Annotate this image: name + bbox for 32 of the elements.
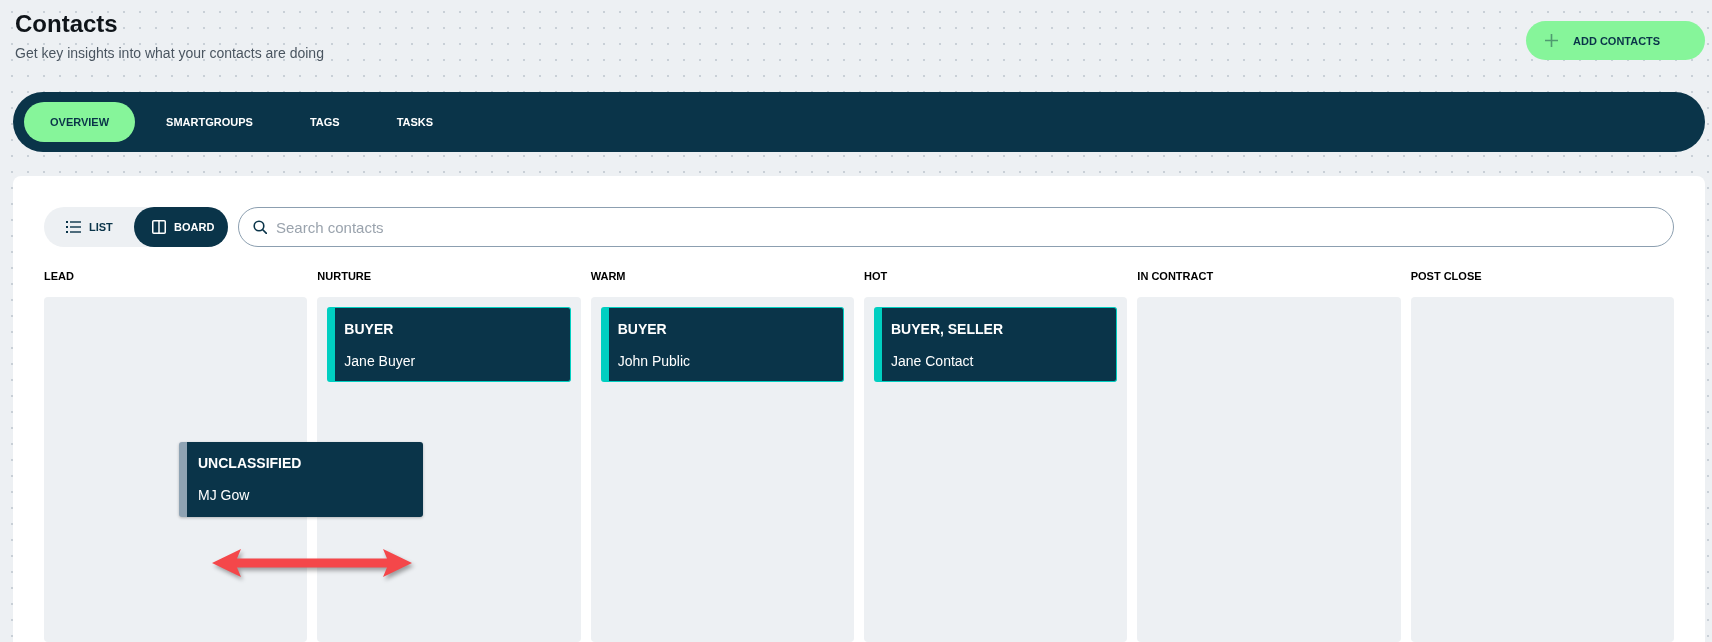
list-icon xyxy=(66,221,81,233)
contact-tag: UNCLASSIFIED xyxy=(198,454,413,472)
dragged-contact-card[interactable]: UNCLASSIFIED MJ Gow xyxy=(179,442,423,517)
contact-name: MJ Gow xyxy=(198,486,251,504)
tab[interactable]: OVERVIEW xyxy=(24,102,136,142)
view-button[interactable]: LIST xyxy=(44,207,134,247)
column-title: LEAD xyxy=(44,269,74,283)
column-title: IN CONTRACT xyxy=(1137,269,1214,283)
contact-card[interactable]: BUYER Jane Buyer xyxy=(327,307,571,382)
contact-card[interactable]: BUYER, SELLER Jane Contact xyxy=(874,307,1118,382)
page-subtitle: Get key insights into what your contacts are doing xyxy=(15,44,324,62)
column-title: HOT xyxy=(864,269,888,283)
tab[interactable]: SMARTGROUPS xyxy=(140,102,279,142)
plus-icon xyxy=(1545,34,1558,47)
contact-tag: BUYER xyxy=(344,320,560,338)
search-icon xyxy=(253,220,267,234)
search-field[interactable]: Search contacts xyxy=(238,207,1674,247)
columns-icon xyxy=(152,220,166,234)
add-contacts-button[interactable]: ADD CONTACTS xyxy=(1526,21,1705,60)
contact-card[interactable]: BUYER John Public xyxy=(600,307,844,382)
page-title: Contacts xyxy=(15,9,118,39)
contact-tag: BUYER, SELLER xyxy=(891,320,1107,338)
tab[interactable]: TAGS xyxy=(283,102,366,142)
contact-tag: BUYER xyxy=(617,320,833,338)
contact-name: Jane Contact xyxy=(891,352,975,370)
column-title: WARM xyxy=(590,269,626,283)
contact-name: John Public xyxy=(617,352,692,370)
contact-name: Jane Buyer xyxy=(344,352,417,370)
column-title: NURTURE xyxy=(317,269,372,283)
view-button[interactable]: BOARD xyxy=(134,207,228,247)
tab[interactable]: TASKS xyxy=(370,102,460,142)
column-title: POST CLOSE xyxy=(1410,269,1482,283)
